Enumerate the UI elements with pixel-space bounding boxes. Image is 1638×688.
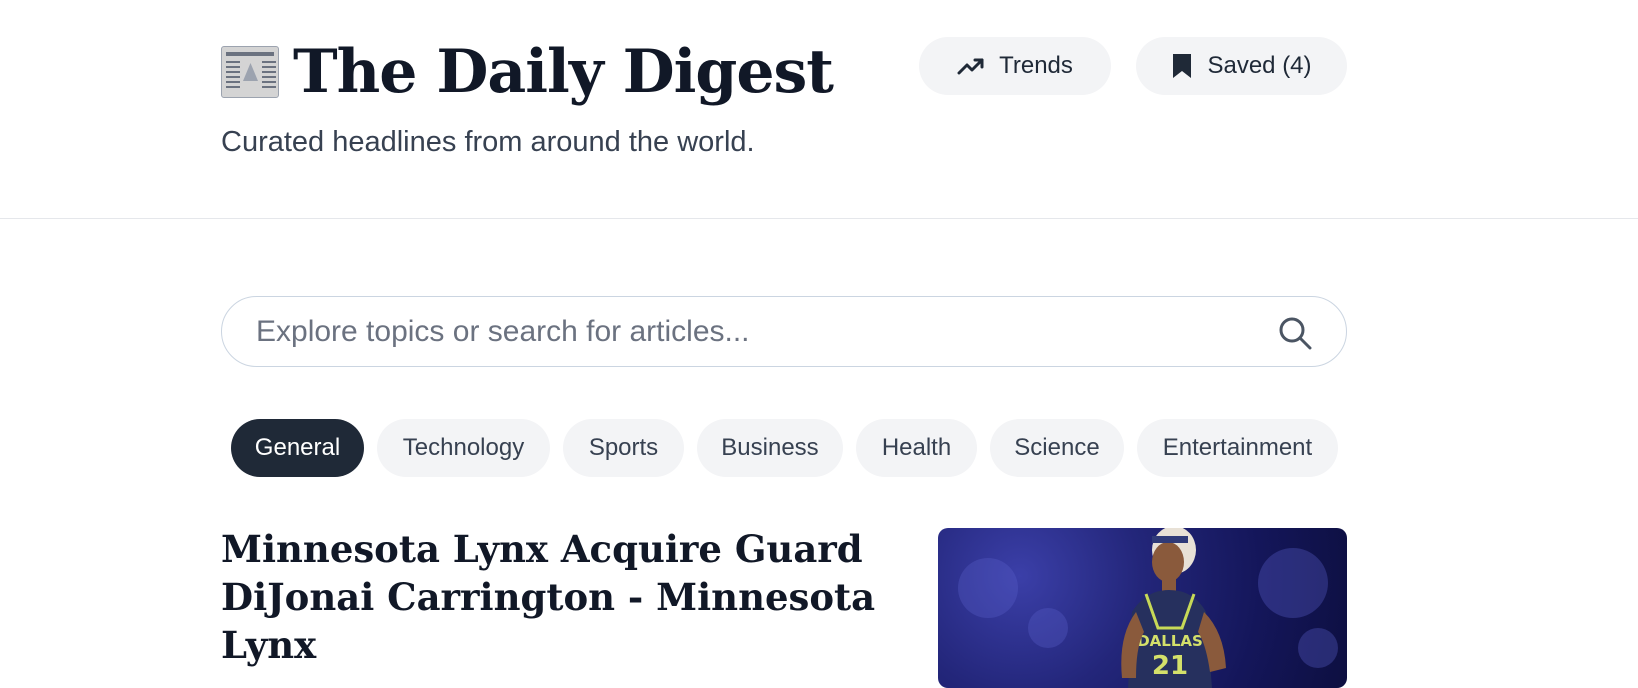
article-headline[interactable]: Minnesota Lynx Acquire Guard DiJonai Car… bbox=[221, 525, 881, 669]
tab-health[interactable]: Health bbox=[856, 419, 977, 477]
tab-general[interactable]: General bbox=[231, 419, 364, 477]
tab-business[interactable]: Business bbox=[697, 419, 843, 477]
search-bar bbox=[221, 296, 1347, 367]
trends-button[interactable]: Trends bbox=[919, 37, 1111, 95]
search-icon[interactable] bbox=[1278, 316, 1312, 350]
brand: The Daily Digest bbox=[221, 36, 834, 108]
newspaper-icon bbox=[221, 46, 279, 98]
tab-science[interactable]: Science bbox=[990, 419, 1124, 477]
site-tagline: Curated headlines from around the world. bbox=[221, 126, 755, 158]
site-header: The Daily Digest Curated headlines from … bbox=[0, 0, 1638, 219]
article-thumbnail[interactable]: DALLAS 21 bbox=[938, 528, 1347, 688]
tab-technology[interactable]: Technology bbox=[377, 419, 550, 477]
basketball-player-photo: DALLAS 21 bbox=[1121, 528, 1226, 688]
trends-button-label: Trends bbox=[999, 52, 1073, 79]
saved-button[interactable]: Saved (4) bbox=[1136, 37, 1347, 95]
saved-button-label: Saved (4) bbox=[1207, 52, 1312, 79]
tab-sports[interactable]: Sports bbox=[563, 419, 684, 477]
trending-up-icon bbox=[957, 58, 984, 75]
tab-entertainment[interactable]: Entertainment bbox=[1137, 419, 1338, 477]
jersey-text: DALLAS bbox=[1137, 632, 1203, 650]
search-input[interactable] bbox=[254, 313, 1258, 350]
bookmark-icon bbox=[1173, 54, 1192, 78]
site-title: The Daily Digest bbox=[293, 37, 834, 107]
jersey-number: 21 bbox=[1152, 651, 1188, 681]
